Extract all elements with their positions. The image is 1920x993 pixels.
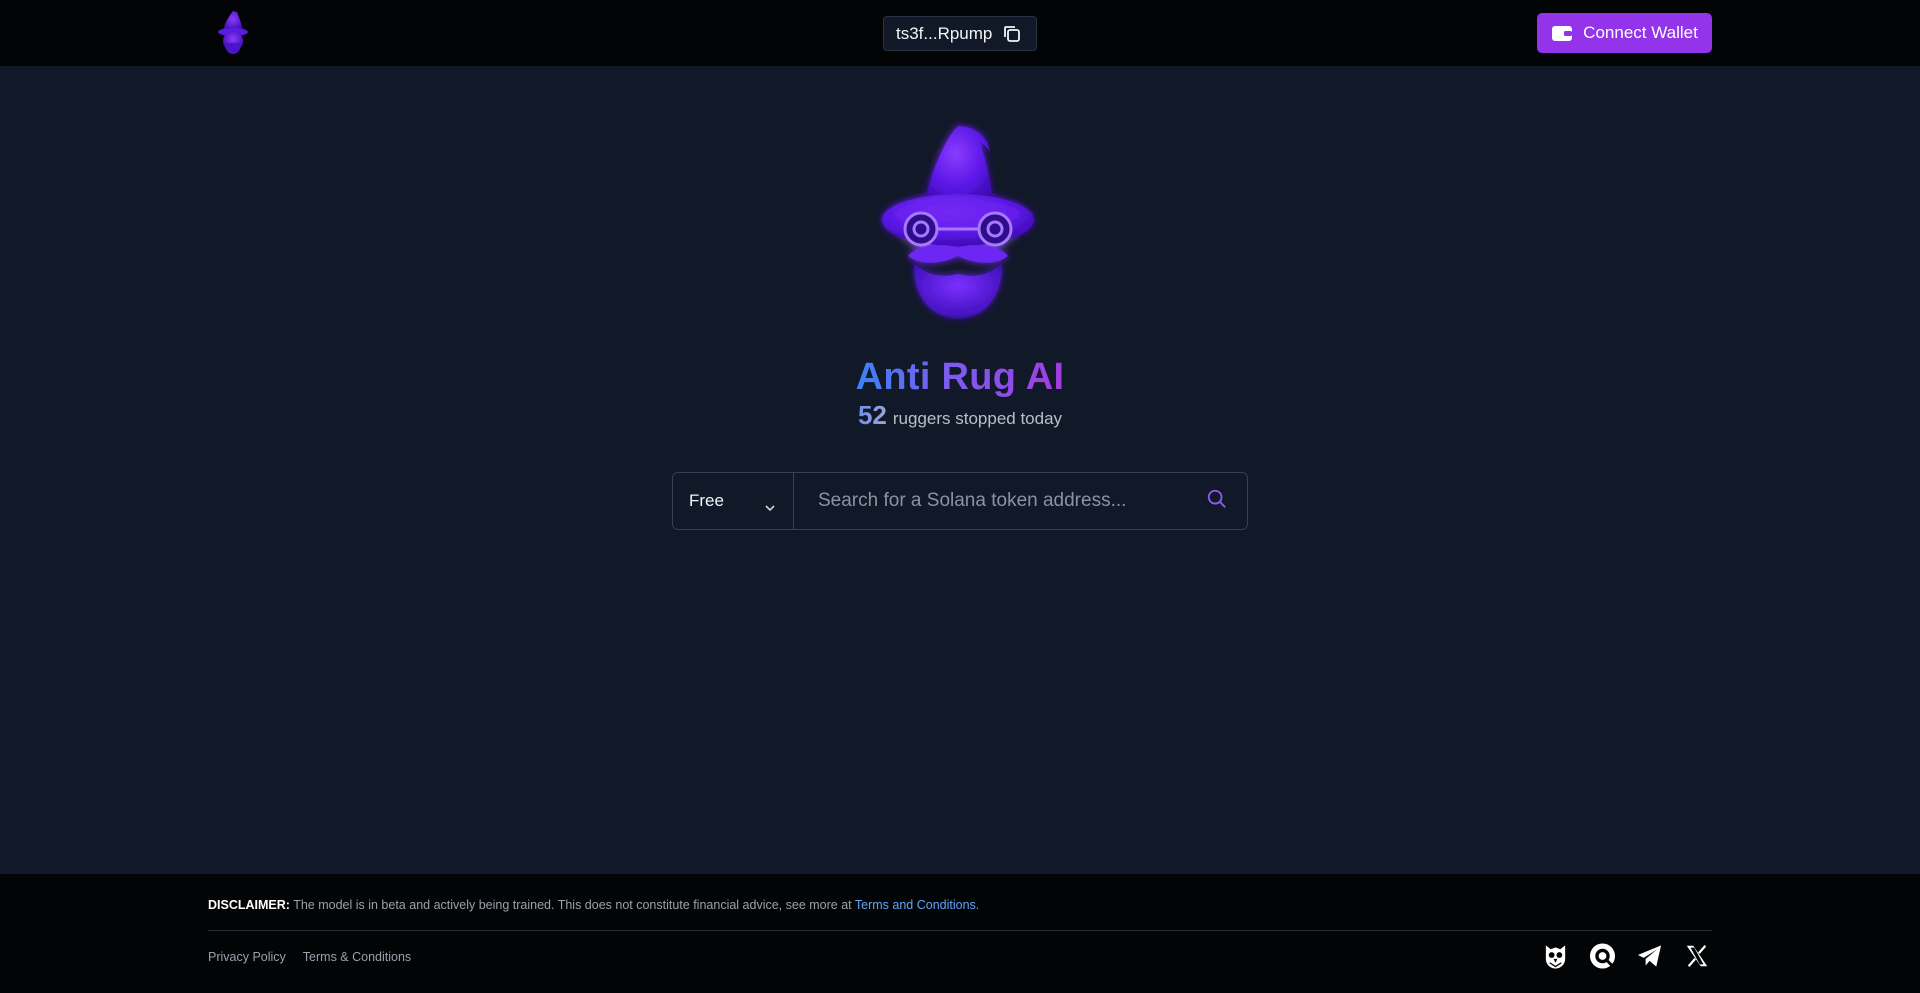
disclaimer-text: The model is in beta and actively being …: [293, 898, 852, 912]
connect-wallet-button[interactable]: Connect Wallet: [1537, 13, 1712, 53]
search-button[interactable]: [1187, 473, 1247, 529]
token-address-text: ts3f...Rpump: [896, 23, 993, 43]
x-icon[interactable]: [1683, 942, 1710, 970]
footer-divider: [208, 930, 1712, 931]
top-bar: ts3f...Rpump Connect Wallet: [0, 0, 1920, 66]
footer: DISCLAIMER: The model is in beta and act…: [0, 874, 1920, 993]
target-icon[interactable]: [1589, 942, 1616, 970]
copy-icon[interactable]: [1002, 24, 1022, 44]
disclaimer-end: .: [975, 898, 980, 912]
ruggers-count: 52: [857, 400, 887, 430]
disclaimer-terms-link[interactable]: Terms and Conditions: [855, 898, 976, 912]
owl-icon[interactable]: [1542, 942, 1569, 970]
terms-conditions-link[interactable]: Terms & Conditions: [303, 950, 411, 964]
footer-links: Privacy Policy Terms & Conditions: [208, 950, 411, 964]
plan-select-value: Free: [689, 491, 724, 510]
wallet-icon: [1551, 24, 1573, 42]
page-title: Anti Rug AI: [0, 356, 1920, 399]
chevron-down-icon: [764, 497, 776, 512]
plan-select[interactable]: Free: [673, 473, 794, 529]
privacy-policy-link[interactable]: Privacy Policy: [208, 950, 286, 964]
telegram-icon[interactable]: [1636, 942, 1663, 970]
wizard-logo-icon: [872, 118, 1044, 328]
token-search-input[interactable]: [794, 473, 1187, 529]
search-bar: Free: [672, 472, 1248, 530]
disclaimer: DISCLAIMER: The model is in beta and act…: [208, 898, 979, 912]
app-title: Anti Rug AI: [855, 356, 1065, 398]
ruggers-counter: 52 ruggers stopped today: [0, 400, 1920, 431]
wizard-logo-icon[interactable]: [213, 9, 253, 55]
search-icon: [1206, 488, 1228, 515]
connect-wallet-label: Connect Wallet: [1583, 23, 1698, 42]
token-address-copy[interactable]: ts3f...Rpump: [883, 16, 1037, 51]
social-links: [1542, 942, 1710, 970]
ruggers-count-label: ruggers stopped today: [892, 409, 1063, 428]
disclaimer-label: DISCLAIMER:: [208, 898, 290, 912]
